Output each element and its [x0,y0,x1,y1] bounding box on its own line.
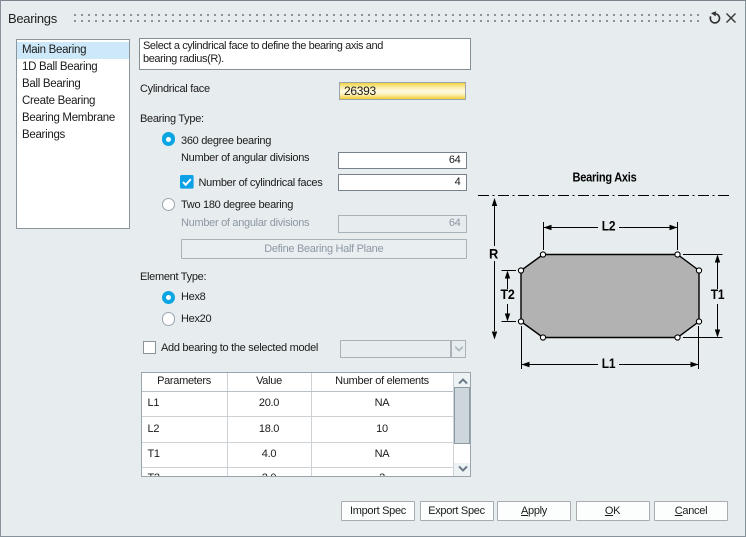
svg-text:R: R [489,246,498,262]
svg-text:L1: L1 [602,355,616,371]
svg-text:L2: L2 [602,218,616,234]
svg-text:T2: T2 [501,286,515,302]
svg-text:Bearing Axis: Bearing Axis [573,170,637,185]
svg-text:T1: T1 [711,286,725,302]
